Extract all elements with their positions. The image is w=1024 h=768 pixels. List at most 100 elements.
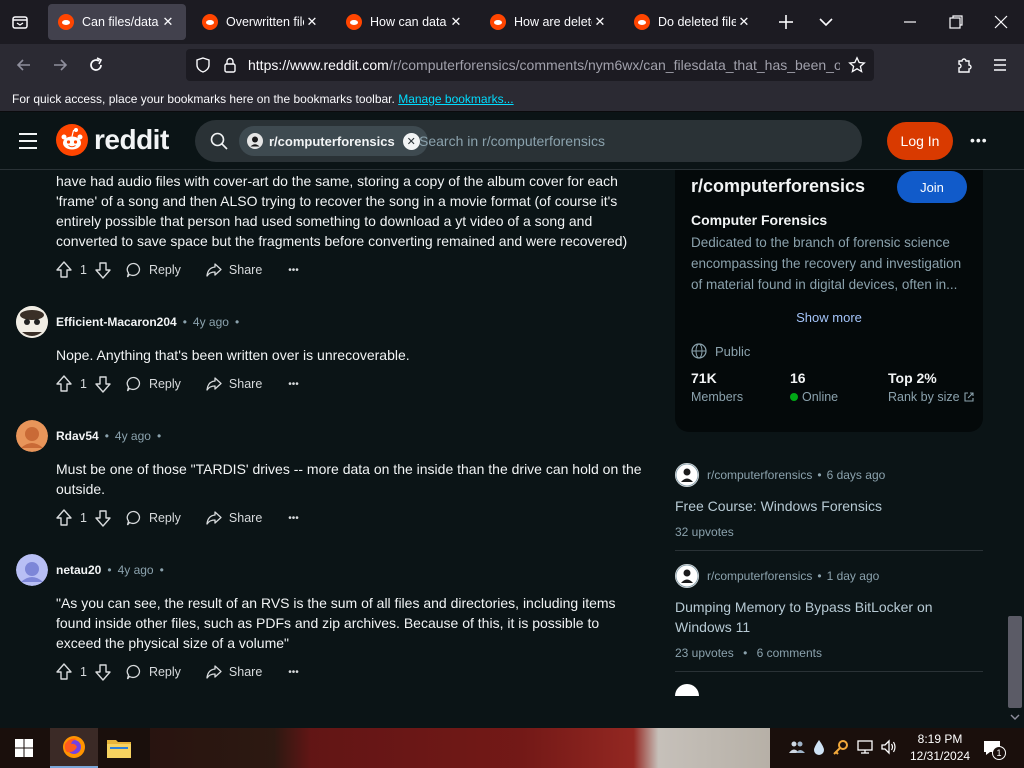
tab-how-can-data[interactable]: How can data re ✕ xyxy=(336,4,474,40)
reply-button[interactable]: Reply xyxy=(125,261,181,279)
comment-time: 4y ago xyxy=(114,429,151,443)
scroll-down-icon[interactable] xyxy=(1010,712,1020,722)
tab-can-files[interactable]: Can files/data th ✕ xyxy=(48,4,186,40)
reddit-favicon-icon xyxy=(490,14,506,30)
share-icon xyxy=(206,263,222,277)
reload-icon[interactable] xyxy=(86,55,106,75)
close-window-icon[interactable] xyxy=(991,12,1011,32)
url-bar[interactable]: https://www.reddit.com/r/computerforensi… xyxy=(186,49,874,81)
back-icon[interactable] xyxy=(14,55,34,75)
minimize-icon[interactable] xyxy=(900,12,920,32)
firefox-taskbar-button[interactable] xyxy=(50,728,98,768)
extensions-icon[interactable] xyxy=(954,55,974,75)
close-tab-icon[interactable]: ✕ xyxy=(448,14,464,30)
url-path: /r/computerforensics/comments/nym6wx/can… xyxy=(388,57,840,73)
close-tab-icon[interactable]: ✕ xyxy=(592,14,608,30)
comment-username[interactable]: Efficient-Macaron204 xyxy=(56,315,177,329)
share-button[interactable]: Share xyxy=(205,509,262,527)
notification-center-button[interactable]: 1 xyxy=(982,738,1006,760)
related-post-community[interactable]: r/computerforensics xyxy=(707,569,812,583)
tab-list-icon[interactable] xyxy=(10,12,30,32)
network-icon[interactable] xyxy=(856,738,874,756)
file-explorer-taskbar-button[interactable] xyxy=(106,736,132,760)
more-options-icon[interactable]: ••• xyxy=(970,132,988,148)
manage-bookmarks-link[interactable]: Manage bookmarks... xyxy=(398,92,513,106)
avatar[interactable] xyxy=(16,306,48,338)
related-post-time: 6 days ago xyxy=(826,468,886,482)
community-name[interactable]: r/computerforensics xyxy=(691,176,865,197)
close-tab-icon[interactable]: ✕ xyxy=(304,14,320,30)
close-tab-icon[interactable]: ✕ xyxy=(736,14,752,30)
comment-body: "As you can see, the result of an RVS is… xyxy=(56,595,616,651)
close-tab-icon[interactable]: ✕ xyxy=(160,14,176,30)
browser-tab-bar: Can files/data th ✕ Overwritten files ✕ … xyxy=(0,0,1024,44)
share-button[interactable]: Share xyxy=(205,261,262,279)
taskbar-wallpaper-strip xyxy=(150,728,770,768)
hamburger-menu-icon[interactable] xyxy=(18,131,38,151)
share-icon xyxy=(206,665,222,679)
lock-icon[interactable] xyxy=(221,56,239,74)
upvote-icon[interactable] xyxy=(54,260,74,280)
avatar[interactable] xyxy=(16,554,48,586)
menu-hamburger-icon[interactable] xyxy=(990,55,1010,75)
windows-start-icon[interactable] xyxy=(15,739,33,757)
clock-date: 12/31/2024 xyxy=(910,749,971,763)
comment-meta: Efficient-Macaron204 • 4y ago • xyxy=(56,315,239,329)
scrollbar-thumb[interactable] xyxy=(1008,616,1022,708)
shield-icon[interactable] xyxy=(194,56,212,74)
new-tab-icon[interactable] xyxy=(776,12,796,32)
comment-more-icon[interactable]: ••• xyxy=(288,379,299,390)
volume-icon[interactable] xyxy=(880,738,898,756)
community-avatar-icon xyxy=(675,564,699,588)
list-all-tabs-icon[interactable] xyxy=(816,12,836,32)
join-button[interactable]: Join xyxy=(897,171,967,203)
comment-username[interactable]: Rdav54 xyxy=(56,429,99,443)
key-icon[interactable] xyxy=(832,738,850,756)
reddit-logo[interactable]: reddit xyxy=(56,124,169,156)
upvote-icon[interactable] xyxy=(54,374,74,394)
tab-overwritten-files[interactable]: Overwritten files ✕ xyxy=(192,4,330,40)
divider xyxy=(675,671,983,672)
community-avatar-icon xyxy=(675,463,699,487)
reply-button[interactable]: Reply xyxy=(125,375,181,393)
comment-body: Must be one of those "TARDIS' drives -- … xyxy=(56,461,642,497)
search-bar[interactable]: r/computerforensics ✕ Search in r/comput… xyxy=(195,120,862,162)
remove-chip-icon[interactable]: ✕ xyxy=(402,132,420,150)
share-button[interactable]: Share xyxy=(205,375,262,393)
restore-icon[interactable] xyxy=(946,12,966,32)
forward-icon[interactable] xyxy=(50,55,70,75)
community-search-chip[interactable]: r/computerforensics ✕ xyxy=(239,126,428,156)
downvote-icon[interactable] xyxy=(93,260,113,280)
water-drop-icon[interactable] xyxy=(812,738,826,756)
upvote-icon[interactable] xyxy=(54,508,74,528)
reply-button[interactable]: Reply xyxy=(125,663,181,681)
url-text[interactable]: https://www.reddit.com/r/computerforensi… xyxy=(248,57,840,73)
share-button[interactable]: Share xyxy=(205,663,262,681)
bookmark-star-icon[interactable] xyxy=(848,56,866,74)
downvote-icon[interactable] xyxy=(93,508,113,528)
tab-how-are-deleted[interactable]: How are deleted ✕ xyxy=(480,4,618,40)
search-placeholder[interactable]: Search in r/computerforensics xyxy=(419,133,605,149)
related-post-community[interactable]: r/computerforensics xyxy=(707,468,812,482)
comment-actions: 1 Reply Share ••• xyxy=(54,258,299,282)
reply-button[interactable]: Reply xyxy=(125,509,181,527)
rank-stat[interactable]: Top 2% Rank by size xyxy=(888,370,975,404)
log-in-button[interactable]: Log In xyxy=(887,122,953,160)
comment-more-icon[interactable]: ••• xyxy=(288,667,299,678)
comment-more-icon[interactable]: ••• xyxy=(288,513,299,524)
rank-label: Rank by size xyxy=(888,390,960,404)
downvote-icon[interactable] xyxy=(93,662,113,682)
related-post-title[interactable]: Free Course: Windows Forensics xyxy=(675,496,975,516)
people-icon[interactable] xyxy=(788,738,806,756)
upvote-icon[interactable] xyxy=(54,662,74,682)
comment-more-icon[interactable]: ••• xyxy=(288,265,299,276)
tab-do-deleted-files[interactable]: Do deleted files ✕ xyxy=(624,4,762,40)
downvote-icon[interactable] xyxy=(93,374,113,394)
taskbar-clock[interactable]: 8:19 PM 12/31/2024 xyxy=(910,731,970,765)
comment-username[interactable]: netau20 xyxy=(56,563,101,577)
related-post-title[interactable]: Dumping Memory to Bypass BitLocker on Wi… xyxy=(675,597,975,637)
show-more-button[interactable]: Show more xyxy=(675,310,983,325)
comment-time: 4y ago xyxy=(192,315,229,329)
page-scrollbar[interactable] xyxy=(1006,170,1024,728)
avatar[interactable] xyxy=(16,420,48,452)
